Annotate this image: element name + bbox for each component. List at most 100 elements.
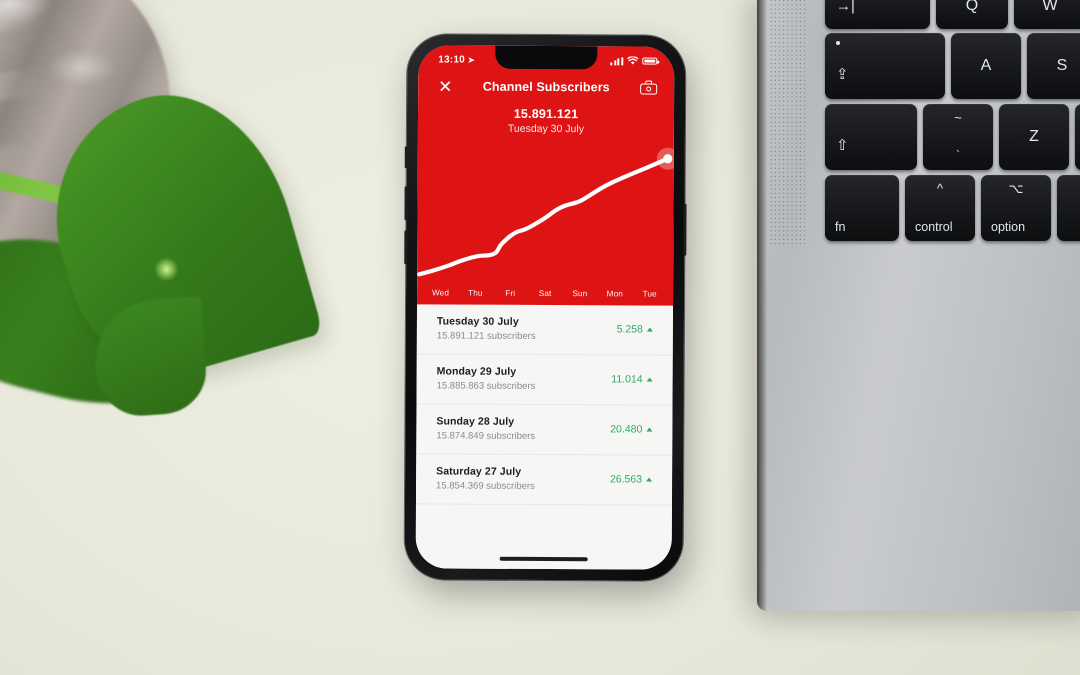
key-control[interactable]: ^ control bbox=[905, 175, 975, 241]
marker-dot bbox=[663, 154, 673, 164]
key-label: fn bbox=[835, 220, 846, 234]
analytics-hero: 13:10 ➤ ✕ Channel Subscribers 15.891.121… bbox=[417, 45, 675, 306]
chart-svg bbox=[417, 147, 674, 285]
x-tick-fri: Fri bbox=[505, 288, 516, 298]
shift-arrow-icon: ⇧ bbox=[836, 137, 849, 154]
key-label: control bbox=[915, 220, 953, 234]
list-item-title: Sunday 28 July bbox=[436, 415, 515, 428]
list-item-delta: 5.258 bbox=[616, 323, 653, 336]
key-label: W bbox=[1042, 0, 1058, 14]
capslock-arrow-icon: ⇪ bbox=[836, 66, 849, 83]
list-item-title: Tuesday 30 July bbox=[436, 315, 519, 328]
list-item-subtitle: 15.891.121 subscribers bbox=[436, 330, 536, 342]
stone-ridge bbox=[0, 0, 102, 42]
list-item[interactable]: Sunday 28 July 15.874.849 subscribers 20.4… bbox=[416, 404, 673, 456]
key-x[interactable] bbox=[1075, 104, 1080, 170]
key-command[interactable] bbox=[1057, 175, 1080, 241]
list-item-delta: 11.014 bbox=[611, 373, 653, 386]
trend-up-icon bbox=[646, 477, 653, 482]
power-button[interactable] bbox=[683, 203, 687, 256]
page-title: Channel Subscribers bbox=[482, 79, 610, 95]
wifi-icon bbox=[627, 56, 639, 65]
list-item[interactable]: Saturday 27 July 15.854.369 subscribers 26… bbox=[415, 454, 673, 506]
chart-end-marker[interactable] bbox=[656, 147, 674, 170]
key-s[interactable]: S bbox=[1027, 33, 1080, 99]
x-tick-wed: Wed bbox=[431, 288, 450, 298]
stone-ridge bbox=[0, 58, 107, 110]
volume-up-button[interactable] bbox=[404, 186, 408, 221]
list-item[interactable]: Monday 29 July 15.885.863 subscribers 11.0… bbox=[416, 354, 673, 406]
key-capslock[interactable]: ⇪ bbox=[825, 33, 945, 99]
chart-line-path bbox=[419, 157, 668, 275]
key-w[interactable]: W bbox=[1014, 0, 1080, 29]
key-z[interactable]: Z bbox=[999, 104, 1069, 170]
signal-bars-icon bbox=[610, 56, 624, 65]
laptop-edge bbox=[757, 0, 767, 611]
key-q[interactable]: Q bbox=[936, 0, 1008, 29]
key-shift[interactable]: ⇧ bbox=[825, 104, 917, 170]
list-item-text: Monday 29 July 15.885.863 subscribers bbox=[437, 365, 536, 392]
capslock-indicator-icon bbox=[836, 41, 840, 45]
volume-down-button[interactable] bbox=[404, 230, 408, 265]
list-item[interactable]: Tuesday 30 July 15.891.121 subscribers 5.2… bbox=[416, 304, 674, 356]
key-label: A bbox=[980, 57, 992, 74]
chart-x-axis-labels: Wed Thu Fri Sat Sun Mon Tue bbox=[417, 284, 673, 305]
delta-value: 11.014 bbox=[611, 373, 643, 386]
key-label: option bbox=[991, 220, 1026, 234]
summary-block: 15.891.121 Tuesday 30 July bbox=[418, 102, 674, 137]
laptop-keyboard[interactable]: →| Q W ⇪ A S ⇧ ~ ` Z fn ^ control ⌥ opti… bbox=[809, 0, 1080, 254]
delta-value: 5.258 bbox=[616, 323, 643, 336]
summary-date: Tuesday 30 July bbox=[507, 122, 584, 136]
status-bar-left: 13:10 ➤ bbox=[438, 54, 475, 65]
x-tick-thu: Thu bbox=[468, 288, 483, 298]
key-tab[interactable]: →| bbox=[825, 0, 930, 29]
key-fn[interactable]: fn bbox=[825, 175, 899, 241]
trend-up-icon bbox=[646, 327, 653, 332]
list-item-subtitle: 15.885.863 subscribers bbox=[436, 380, 536, 392]
x-tick-sun: Sun bbox=[572, 289, 588, 299]
key-tilde[interactable]: ~ ` bbox=[923, 104, 993, 170]
close-icon[interactable]: ✕ bbox=[438, 77, 452, 96]
list-item-text: Tuesday 30 July 15.891.121 subscribers bbox=[437, 315, 536, 342]
list-item-text: Sunday 28 July 15.874.849 subscribers bbox=[436, 415, 535, 442]
option-alt-icon: ⌥ bbox=[1008, 181, 1024, 196]
laptop: →| Q W ⇪ A S ⇧ ~ ` Z fn ^ control ⌥ opti… bbox=[757, 0, 1080, 611]
subscriber-day-list[interactable]: Tuesday 30 July 15.891.121 subscribers 5.2… bbox=[415, 304, 674, 570]
control-caret-icon: ^ bbox=[936, 181, 944, 196]
nav-bar: ✕ Channel Subscribers bbox=[418, 70, 674, 103]
list-item-subtitle: 15.854.369 subscribers bbox=[436, 480, 535, 492]
list-item-delta: 26.563 bbox=[609, 473, 653, 486]
summary-value: 15.891.121 bbox=[513, 106, 579, 122]
phone-notch bbox=[495, 45, 598, 70]
tab-arrow-icon: →| bbox=[836, 0, 855, 14]
home-indicator[interactable] bbox=[499, 557, 588, 562]
key-label: Z bbox=[1029, 128, 1039, 145]
key-label: Q bbox=[965, 0, 979, 14]
smartphone: 13:10 ➤ ✕ Channel Subscribers 15.891.121… bbox=[404, 34, 687, 581]
x-tick-tue: Tue bbox=[642, 289, 657, 299]
phone-screen: 13:10 ➤ ✕ Channel Subscribers 15.891.121… bbox=[415, 45, 675, 570]
key-label: S bbox=[1056, 57, 1068, 74]
status-bar-time: 13:10 bbox=[438, 54, 465, 66]
delta-value: 20.480 bbox=[610, 423, 643, 436]
key-a[interactable]: A bbox=[951, 33, 1021, 99]
trend-up-icon bbox=[646, 427, 653, 432]
list-item-title: Saturday 27 July bbox=[436, 465, 522, 478]
list-item-title: Monday 29 July bbox=[436, 365, 517, 378]
list-item-subtitle: 15.874.849 subscribers bbox=[436, 430, 536, 442]
x-tick-mon: Mon bbox=[606, 289, 623, 299]
x-tick-sat: Sat bbox=[538, 288, 552, 299]
list-item-text: Saturday 27 July 15.854.369 subscribers bbox=[436, 465, 535, 492]
key-label: ~ bbox=[954, 110, 962, 125]
camera-icon[interactable] bbox=[640, 80, 658, 95]
battery-icon bbox=[642, 57, 658, 65]
trend-up-icon bbox=[646, 377, 653, 382]
mute-switch[interactable] bbox=[404, 146, 408, 169]
subscribers-chart[interactable] bbox=[417, 136, 674, 285]
delta-value: 26.563 bbox=[609, 473, 643, 486]
list-item-delta: 20.480 bbox=[610, 423, 653, 436]
laptop-speaker-grille bbox=[769, 0, 805, 246]
location-arrow-icon: ➤ bbox=[467, 55, 475, 65]
backtick-icon: ` bbox=[956, 148, 960, 162]
key-option[interactable]: ⌥ option bbox=[981, 175, 1051, 241]
